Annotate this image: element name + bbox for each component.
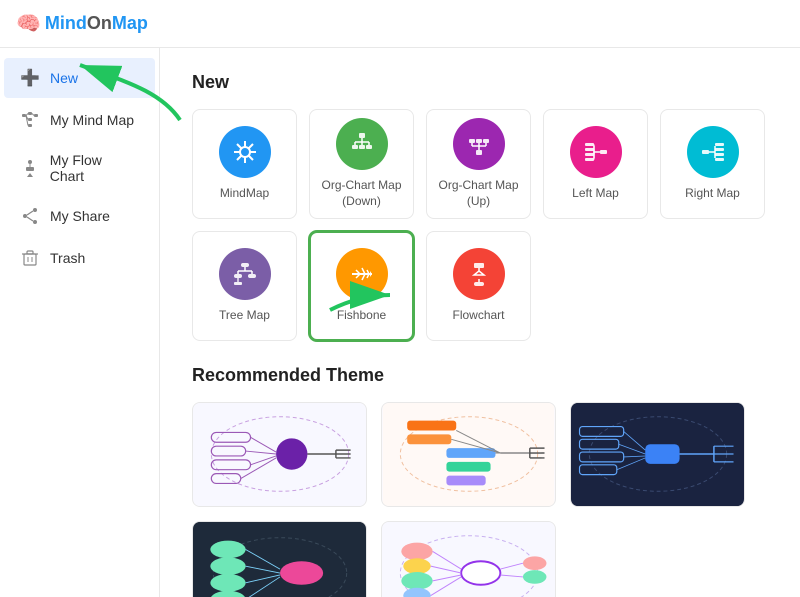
sidebar-label-my-share: My Share bbox=[50, 208, 110, 224]
sidebar-label-my-mind-map: My Mind Map bbox=[50, 112, 134, 128]
theme-card-1[interactable] bbox=[192, 402, 367, 507]
map-card-flowchart[interactable]: Flowchart bbox=[426, 231, 531, 341]
sidebar-label-new: New bbox=[50, 70, 78, 86]
map-card-org-chart-down[interactable]: Org-Chart Map(Down) bbox=[309, 109, 414, 219]
left-map-icon bbox=[570, 126, 622, 178]
map-grid: MindMap Org-Chart Map(Down) Org-Chart Ma… bbox=[192, 109, 768, 341]
right-map-icon bbox=[687, 126, 739, 178]
map-card-mindmap[interactable]: MindMap bbox=[192, 109, 297, 219]
sidebar-label-trash: Trash bbox=[50, 250, 85, 266]
header: 🧠 MindOnMap bbox=[0, 0, 800, 48]
theme-card-4[interactable] bbox=[192, 521, 367, 597]
sidebar-label-my-flow-chart: My Flow Chart bbox=[50, 152, 139, 184]
theme-grid bbox=[192, 402, 768, 597]
sidebar-item-my-flow-chart[interactable]: My Flow Chart bbox=[4, 142, 155, 194]
map-card-right-map[interactable]: Right Map bbox=[660, 109, 765, 219]
recommended-title: Recommended Theme bbox=[192, 365, 768, 386]
share-icon bbox=[20, 206, 40, 226]
trash-icon bbox=[20, 248, 40, 268]
theme-card-3[interactable] bbox=[570, 402, 745, 507]
logo-icon: 🧠 bbox=[16, 11, 41, 36]
map-card-org-chart-up[interactable]: Org-Chart Map (Up) bbox=[426, 109, 531, 219]
logo-text: MindOnMap bbox=[45, 13, 148, 34]
sidebar-item-my-mind-map[interactable]: My Mind Map bbox=[4, 100, 155, 140]
new-section: New MindMap Org-Chart Map(Down) bbox=[192, 72, 768, 341]
mindmap-label: MindMap bbox=[220, 186, 269, 202]
main-layout: ➕ New My Mind Map My Flow Chart My Share bbox=[0, 48, 800, 597]
plus-icon: ➕ bbox=[20, 68, 40, 88]
flowchart-map-icon bbox=[453, 248, 505, 300]
sidebar: ➕ New My Mind Map My Flow Chart My Share bbox=[0, 48, 160, 597]
recommended-section: Recommended Theme bbox=[192, 365, 768, 597]
sidebar-item-new[interactable]: ➕ New bbox=[4, 58, 155, 98]
mindmap-map-icon bbox=[219, 126, 271, 178]
mindmap-icon bbox=[20, 110, 40, 130]
fishbone-icon bbox=[336, 248, 388, 300]
theme-card-5[interactable] bbox=[381, 521, 556, 597]
map-card-fishbone[interactable]: Fishbone bbox=[309, 231, 414, 341]
sidebar-item-trash[interactable]: Trash bbox=[4, 238, 155, 278]
flowchart-label: Flowchart bbox=[452, 308, 504, 324]
map-card-tree-map[interactable]: Tree Map bbox=[192, 231, 297, 341]
tree-map-icon bbox=[219, 248, 271, 300]
org-chart-down-label: Org-Chart Map(Down) bbox=[321, 178, 401, 209]
org-chart-up-icon bbox=[453, 118, 505, 170]
tree-map-label: Tree Map bbox=[219, 308, 270, 324]
right-map-label: Right Map bbox=[685, 186, 740, 202]
theme-card-2[interactable] bbox=[381, 402, 556, 507]
content-area: New MindMap Org-Chart Map(Down) bbox=[160, 48, 800, 597]
fishbone-label: Fishbone bbox=[337, 308, 386, 324]
flowchart-icon bbox=[20, 158, 40, 178]
new-section-title: New bbox=[192, 72, 768, 93]
org-chart-up-label: Org-Chart Map (Up) bbox=[427, 178, 530, 209]
org-chart-down-icon bbox=[336, 118, 388, 170]
left-map-label: Left Map bbox=[572, 186, 619, 202]
logo: 🧠 MindOnMap bbox=[16, 11, 148, 36]
sidebar-item-my-share[interactable]: My Share bbox=[4, 196, 155, 236]
map-card-left-map[interactable]: Left Map bbox=[543, 109, 648, 219]
